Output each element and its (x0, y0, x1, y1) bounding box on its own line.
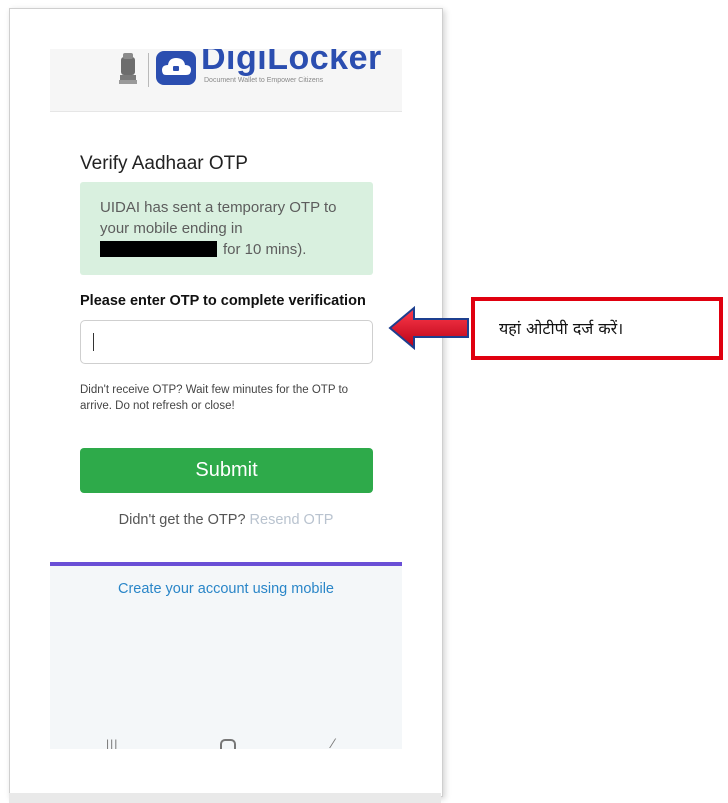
otp-input[interactable] (80, 320, 373, 364)
redacted-mobile-number (100, 241, 217, 257)
text-caret (93, 333, 94, 351)
phone-frame: DigiLocker Document Wallet to Empower Ci… (9, 8, 443, 797)
resend-line: Didn't get the OTP? Resend OTP (50, 512, 402, 528)
resend-otp-link[interactable]: Resend OTP (250, 512, 334, 528)
hindi-instruction-callout: यहां ओटीपी दर्ज करें। (471, 297, 723, 360)
pointer-arrow-icon (388, 306, 469, 350)
brand-tagline: Document Wallet to Empower Citizens (204, 77, 324, 84)
home-icon[interactable] (220, 739, 236, 749)
hindi-instruction-text: यहां ओटीपी दर्ज करें। (499, 319, 624, 338)
back-icon[interactable]: ⁄ (332, 735, 334, 749)
otp-sent-notice: UIDAI has sent a temporary OTP to your m… (80, 182, 373, 275)
brand-header: DigiLocker Document Wallet to Empower Ci… (50, 49, 402, 112)
system-navigation-bar: ||| ⁄ (50, 735, 402, 749)
brand-divider (148, 53, 149, 87)
notice-line-3: for 10 mins). (223, 241, 307, 258)
phone-bottom-edge (9, 793, 441, 803)
digilocker-cloud-icon (156, 51, 196, 85)
brand-name: DigiLocker (201, 49, 382, 77)
submit-button[interactable]: Submit (80, 448, 373, 493)
recent-apps-button[interactable]: ||| (106, 737, 118, 749)
otp-help-text: Didn't receive OTP? Wait few minutes for… (80, 384, 349, 412)
otp-sent-notice-text: UIDAI has sent a temporary OTP to your m… (100, 197, 365, 260)
app-screen: DigiLocker Document Wallet to Empower Ci… (50, 49, 402, 749)
otp-field-label: Please enter OTP to complete verificatio… (80, 293, 366, 309)
notice-line-2: your mobile ending in (100, 220, 243, 237)
national-emblem-icon (119, 53, 137, 84)
create-account-link[interactable]: Create your account using mobile (50, 581, 402, 597)
resend-prefix: Didn't get the OTP? (118, 512, 246, 528)
footer-panel: Create your account using mobile (50, 562, 402, 749)
page-title: Verify Aadhaar OTP (80, 153, 248, 174)
notice-line-1: UIDAI has sent a temporary OTP to (100, 199, 337, 216)
